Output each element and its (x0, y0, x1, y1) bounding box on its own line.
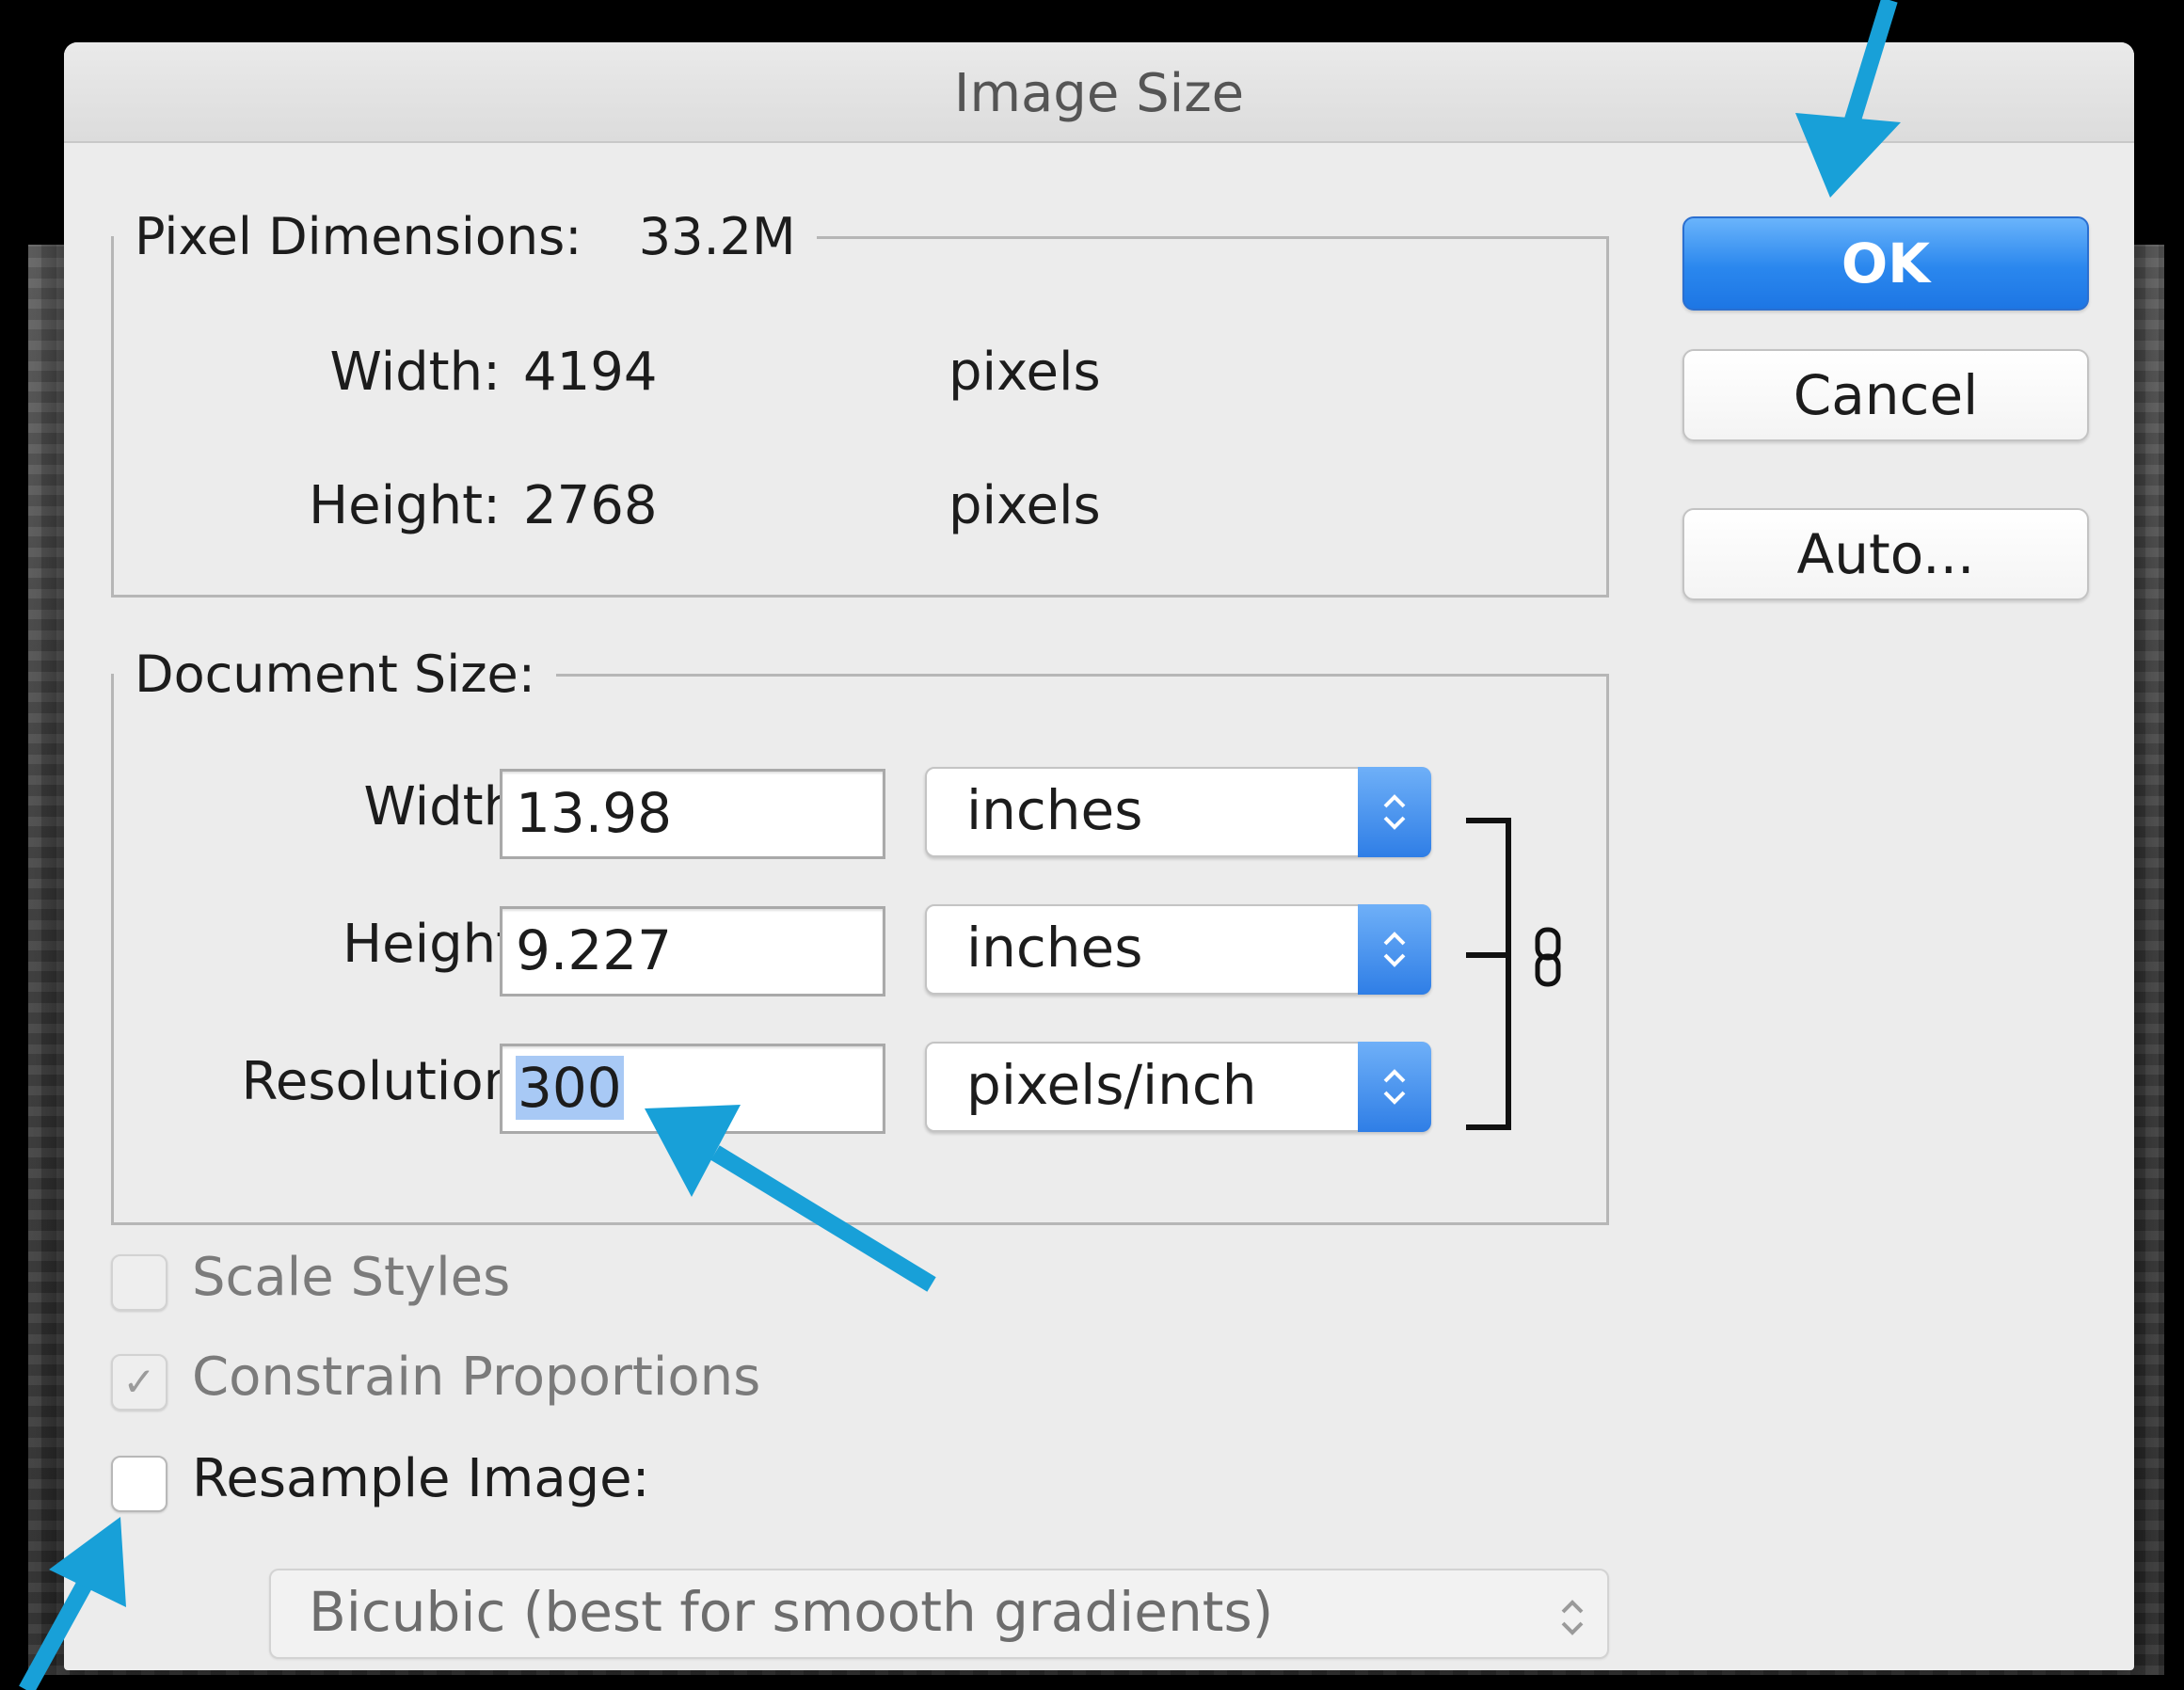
auto-button[interactable]: Auto... (1682, 508, 2089, 600)
resample-method-value: Bicubic (best for smooth gradients) (309, 1580, 1274, 1644)
resolution-input[interactable]: 300 (500, 1044, 885, 1134)
pixel-height-value: 2768 (523, 475, 658, 536)
resolution-label: Resolution: (241, 1051, 534, 1112)
resample-image-checkbox[interactable] (111, 1456, 167, 1512)
resample-method-select[interactable]: Bicubic (best for smooth gradients) (269, 1569, 1609, 1659)
doc-width-input[interactable]: 13.98 (500, 769, 885, 859)
ok-button[interactable]: OK (1682, 216, 2089, 311)
doc-height-value: 9.227 (516, 918, 673, 982)
doc-height-input[interactable]: 9.227 (500, 906, 885, 996)
checkmark-icon: ✓ (122, 1359, 156, 1405)
up-down-chevron-icon (1358, 767, 1431, 857)
doc-height-unit-select[interactable]: inches (925, 904, 1431, 995)
resolution-value: 300 (516, 1056, 624, 1120)
doc-width-value: 13.98 (516, 781, 673, 845)
constrain-proportions-checkbox[interactable]: ✓ (111, 1354, 167, 1411)
link-bracket-top (1466, 818, 1511, 823)
up-down-chevron-icon (1358, 1042, 1431, 1132)
link-bracket-bottom (1466, 1124, 1511, 1130)
dialog-title: Image Size (953, 63, 1245, 124)
constrain-proportions-label: Constrain Proportions (192, 1347, 761, 1408)
document-size-label: Document Size: (135, 645, 535, 704)
doc-width-unit-select[interactable]: inches (925, 767, 1431, 857)
pixel-width-value: 4194 (523, 342, 658, 403)
document-size-legend: Document Size: (114, 649, 556, 700)
doc-width-unit: inches (966, 778, 1143, 842)
resolution-unit-select[interactable]: pixels/inch (925, 1042, 1431, 1132)
resolution-unit: pixels/inch (966, 1053, 1257, 1117)
screenshot-stage: Image Size Pixel Dimensions: 33.2M Width… (0, 0, 2184, 1690)
image-size-dialog: Image Size Pixel Dimensions: 33.2M Width… (64, 42, 2134, 1670)
scale-styles-label: Scale Styles (192, 1247, 511, 1308)
scale-styles-checkbox[interactable] (111, 1254, 167, 1311)
pixel-dimensions-size: 33.2M (638, 207, 796, 266)
doc-height-unit: inches (966, 916, 1143, 980)
pixel-height-unit: pixels (949, 475, 1101, 536)
pixel-width-unit: pixels (949, 342, 1101, 403)
chain-link-icon (1532, 927, 1564, 987)
pixel-dimensions-legend: Pixel Dimensions: 33.2M (114, 212, 817, 263)
link-bracket-middle (1466, 952, 1511, 958)
up-down-chevron-icon (1358, 904, 1431, 995)
link-bracket-vertical (1506, 818, 1511, 1130)
pixel-width-label: Width: (329, 342, 501, 403)
pixel-dimensions-group: Pixel Dimensions: 33.2M (111, 212, 1609, 598)
pixel-height-label: Height: (309, 475, 501, 536)
cancel-button[interactable]: Cancel (1682, 349, 2089, 441)
pixel-dimensions-label: Pixel Dimensions: (135, 207, 582, 266)
resample-image-label: Resample Image: (192, 1448, 650, 1509)
title-bar[interactable]: Image Size (64, 42, 2134, 143)
up-down-chevron-icon (1558, 1586, 1586, 1668)
